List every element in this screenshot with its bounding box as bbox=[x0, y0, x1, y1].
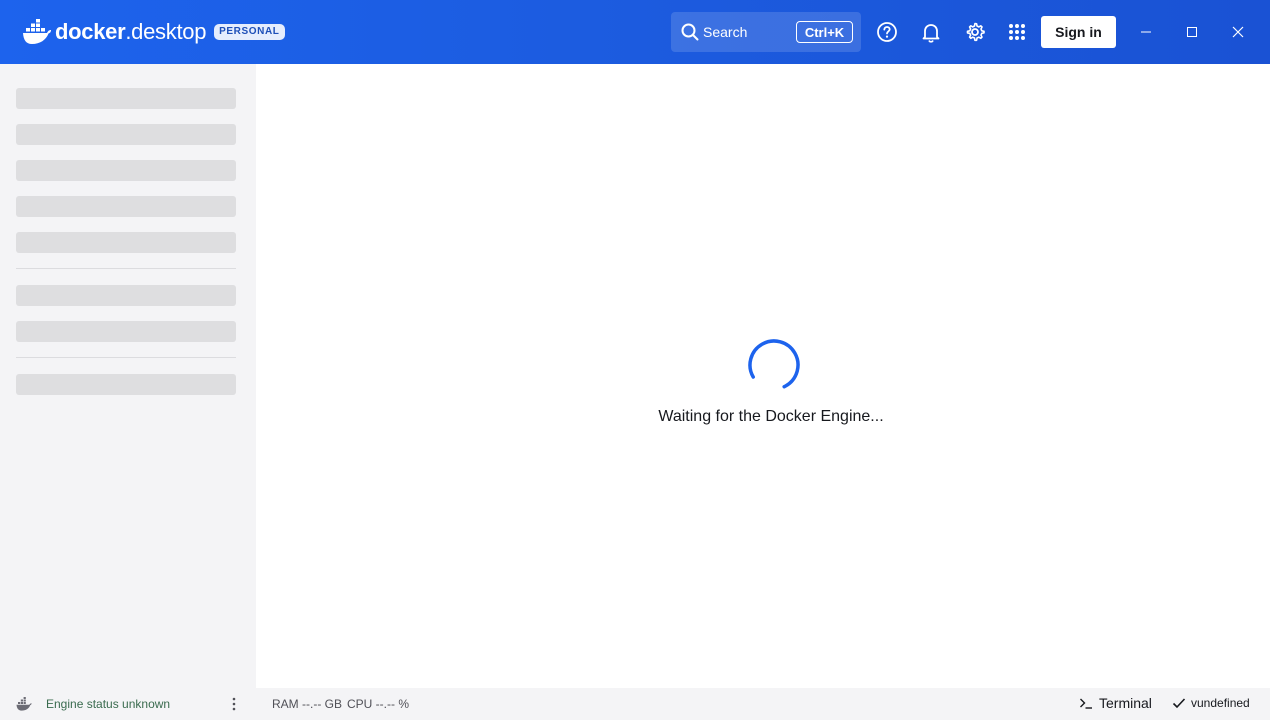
sidebar-skeleton-item bbox=[16, 88, 236, 109]
search-label: Search bbox=[703, 24, 748, 40]
loading-message: Waiting for the Docker Engine... bbox=[658, 408, 884, 425]
sign-in-button[interactable]: Sign in bbox=[1041, 16, 1116, 48]
search-icon bbox=[681, 23, 699, 41]
maximize-icon[interactable] bbox=[1182, 22, 1202, 42]
more-options-icon[interactable] bbox=[228, 696, 240, 712]
gear-icon[interactable] bbox=[963, 20, 987, 44]
sidebar-divider bbox=[16, 268, 236, 269]
sidebar-skeleton-item bbox=[16, 321, 236, 342]
docker-desktop-logo: docker.desktop PERSONAL bbox=[22, 16, 285, 48]
minimize-icon[interactable] bbox=[1136, 22, 1156, 42]
bell-icon[interactable] bbox=[919, 20, 943, 44]
sidebar-skeleton-item bbox=[16, 374, 236, 395]
version-status[interactable]: vundefined bbox=[1172, 696, 1250, 710]
main-content: Waiting for the Docker Engine... bbox=[256, 64, 1270, 688]
search-bar[interactable]: Search Ctrl+K bbox=[671, 12, 861, 52]
sidebar-skeleton-item bbox=[16, 124, 236, 145]
sidebar-skeleton-item bbox=[16, 196, 236, 217]
brand-name: docker.desktop bbox=[55, 19, 207, 44]
plan-badge: PERSONAL bbox=[214, 24, 285, 40]
terminal-button[interactable]: Terminal bbox=[1079, 695, 1152, 711]
search-shortcut: Ctrl+K bbox=[796, 21, 853, 43]
status-bar: RAM --.-- GB CPU --.-- % Terminal vundef… bbox=[256, 688, 1270, 720]
cpu-usage: CPU --.-- % bbox=[347, 697, 409, 711]
close-icon[interactable] bbox=[1228, 22, 1248, 42]
check-icon bbox=[1172, 698, 1186, 709]
sidebar bbox=[0, 64, 256, 688]
docker-whale-icon bbox=[16, 697, 32, 711]
terminal-icon bbox=[1080, 698, 1092, 709]
footer-engine-area: Engine status unknown bbox=[0, 688, 256, 720]
ram-usage: RAM --.-- GB bbox=[272, 697, 342, 711]
sidebar-divider bbox=[16, 357, 236, 358]
terminal-label: Terminal bbox=[1099, 695, 1152, 711]
docker-whale-icon bbox=[23, 19, 51, 44]
loading-spinner bbox=[748, 339, 800, 391]
engine-status: Engine status unknown bbox=[46, 697, 171, 711]
title-bar: docker.desktop PERSONAL Search Ctrl+K Si… bbox=[0, 0, 1270, 64]
help-icon[interactable] bbox=[875, 20, 899, 44]
version-label: vundefined bbox=[1191, 696, 1250, 710]
apps-grid-icon[interactable] bbox=[1005, 20, 1029, 44]
sidebar-skeleton-item bbox=[16, 285, 236, 306]
sidebar-skeleton-item bbox=[16, 232, 236, 253]
sidebar-skeleton-item bbox=[16, 160, 236, 181]
